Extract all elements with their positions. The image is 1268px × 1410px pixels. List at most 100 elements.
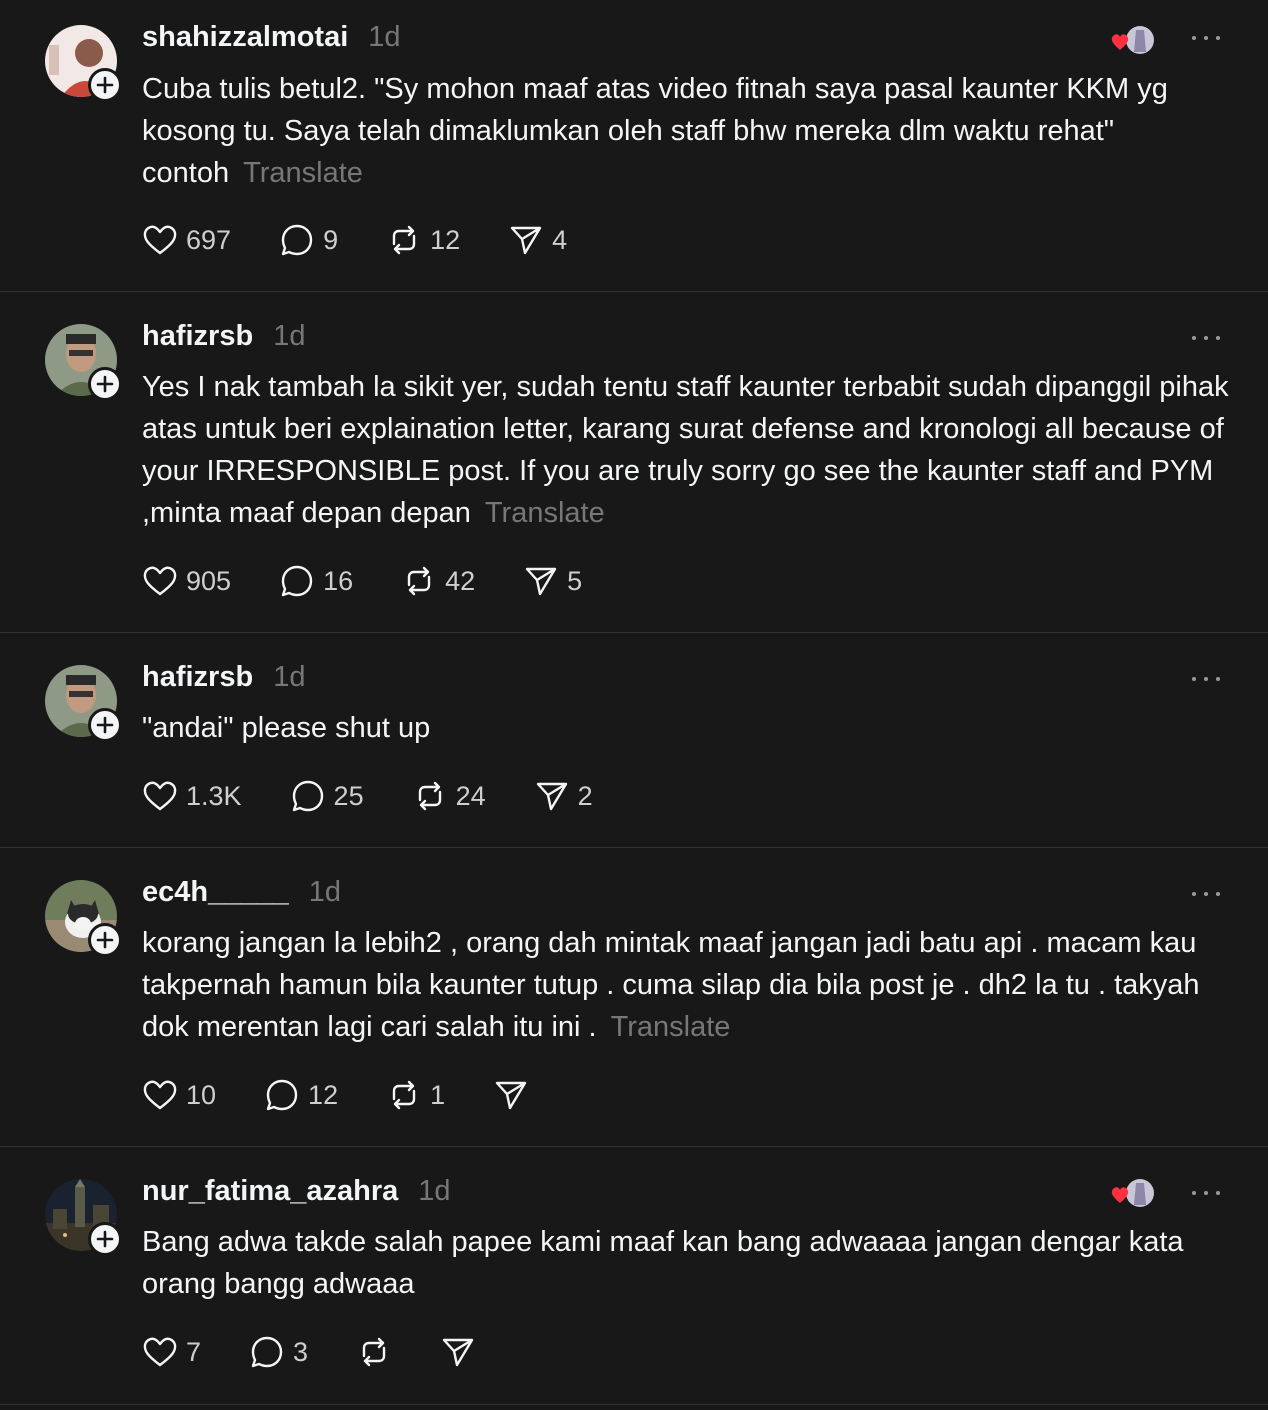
send-icon [525,567,557,596]
follow-button[interactable] [88,1222,122,1256]
follow-button[interactable] [88,367,122,401]
username-text[interactable]: nur_fatima_azahra [142,1175,398,1207]
reply-count: 3 [293,1336,309,1367]
username-text[interactable]: shahizzalmotai [142,21,348,53]
username[interactable]: ec4h_____ 1d [142,876,341,909]
username[interactable]: nur_fatima_azahra 1d [142,1175,451,1208]
more-options-button[interactable] [1192,669,1220,689]
follow-button[interactable] [88,68,122,102]
like-count: 905 [186,565,232,596]
post-body: "andai" please shut up [142,712,431,744]
plus-icon [96,1230,114,1248]
post-body: Yes I nak tambah la sikit yer, sudah ten… [142,371,1229,529]
post: hafizrsb 1d "andai" please shut up 1.3K 2… [0,633,1268,848]
timestamp: 1d [368,21,401,53]
follow-button[interactable] [88,708,122,742]
reply-button[interactable]: 12 [264,1077,338,1113]
reply-button[interactable]: 16 [279,563,353,599]
post-text: Bang adwa takde salah papee kami maaf ka… [142,1221,1232,1305]
username[interactable]: hafizrsb 1d [142,320,305,353]
share-button[interactable]: 4 [508,222,567,258]
action-bar: 697 9 12 4 [142,220,615,260]
post: ec4h_____ 1d korang jangan la lebih2 , or… [0,848,1268,1147]
more-icon-dot [1216,892,1220,896]
translate-link[interactable]: Translate [485,497,605,529]
timestamp: 1d [308,876,342,908]
repost-icon [392,1080,416,1110]
share-button[interactable] [493,1077,529,1113]
repost-count: 12 [430,224,461,255]
username[interactable]: hafizrsb 1d [142,661,305,694]
repost-icon [418,781,441,811]
plus-icon [96,76,114,94]
username-text[interactable]: ec4h_____ [142,876,289,908]
send-icon [495,1081,527,1110]
post-body: Bang adwa takde salah papee kami maaf ka… [142,1226,1184,1300]
avatar-wrap [45,665,122,742]
reply-count: 16 [323,565,354,596]
more-icon-dot [1204,36,1208,40]
post-text: Cuba tulis betul2. "Sy mohon maaf atas v… [142,68,1232,194]
like-button[interactable]: 7 [142,1334,201,1370]
like-button[interactable]: 10 [142,1077,216,1113]
timestamp: 1d [418,1175,451,1207]
repost-button[interactable]: 42 [401,563,475,599]
comment-icon [281,224,313,256]
avatar-wrap [45,1179,122,1256]
more-options-button[interactable] [1192,884,1220,904]
more-options-button[interactable] [1192,28,1220,48]
reply-button[interactable]: 25 [290,778,364,814]
more-icon [1192,336,1196,340]
reply-button[interactable]: 3 [249,1334,308,1370]
username[interactable]: shahizzalmotai 1d [142,21,401,54]
repost-button[interactable]: 1 [386,1077,445,1113]
like-button[interactable]: 697 [142,222,231,258]
liked-by-author-indicator [1110,24,1158,56]
action-bar: 10 12 1 [142,1075,577,1115]
heart-icon [143,1337,177,1367]
repost-button[interactable]: 24 [412,778,486,814]
like-button[interactable]: 905 [142,563,231,599]
more-icon-dot [1216,677,1220,681]
send-icon [442,1338,474,1367]
heart-icon [143,781,177,811]
post: shahizzalmotai 1d Cuba tulis betul2. "Sy … [0,0,1268,292]
avatar-wrap [45,324,122,401]
reply-button[interactable]: 9 [279,222,338,258]
comment-icon [281,565,313,597]
more-options-button[interactable] [1192,328,1220,348]
like-count: 1.3K [186,780,242,811]
plus-icon [96,716,114,734]
plus-icon [96,375,114,393]
username-text[interactable]: hafizrsb [142,661,253,693]
heart-icon [1111,1187,1129,1203]
heart-icon [1111,34,1129,50]
comment-icon [292,780,323,812]
translate-link[interactable]: Translate [243,157,363,189]
share-button[interactable]: 5 [523,563,582,599]
repost-button[interactable] [356,1334,392,1370]
follow-button[interactable] [88,923,122,957]
reply-count: 12 [308,1079,339,1110]
post: hafizrsb 1d Yes I nak tambah la sikit yer… [0,292,1268,633]
post-text: korang jangan la lebih2 , orang dah mint… [142,922,1232,1048]
avatar-wrap [45,880,122,957]
action-bar: 905 16 42 5 [142,561,630,601]
more-icon-dot [1204,892,1208,896]
share-button[interactable] [440,1334,476,1370]
reply-count: 25 [333,780,364,811]
repost-icon [392,225,416,255]
username-text[interactable]: hafizrsb [142,320,253,352]
translate-link[interactable]: Translate [611,1011,731,1043]
avatar-wrap [45,25,122,102]
post: nur_fatima_azahra 1d Bang adwa takde sala… [0,1147,1268,1405]
heart-icon [143,566,177,596]
repost-button[interactable]: 12 [386,222,460,258]
action-bar: 1.3K 25 24 2 [142,776,641,816]
liked-by-author-indicator [1110,1177,1158,1209]
share-count: 2 [577,780,593,811]
like-button[interactable]: 1.3K [142,778,242,814]
more-options-button[interactable] [1192,1183,1220,1203]
share-button[interactable]: 2 [534,778,593,814]
more-icon [1192,677,1196,681]
